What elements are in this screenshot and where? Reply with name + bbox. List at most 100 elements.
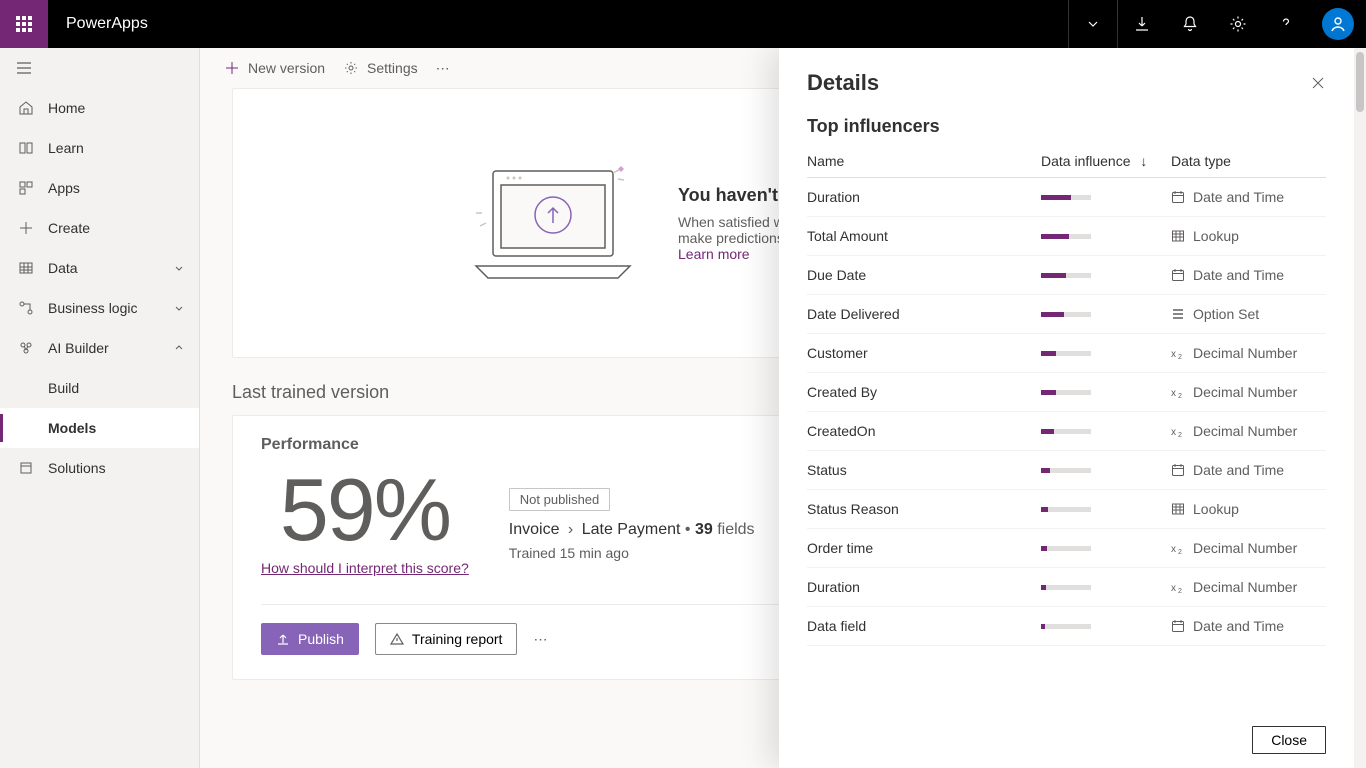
svg-text:2: 2 [1178,393,1182,399]
row-name: Status [807,462,1041,478]
table-row[interactable]: Order time x2Decimal Number [807,529,1326,568]
row-type: Date and Time [1171,189,1326,205]
row-influence [1041,468,1171,473]
more-commands-button[interactable]: ⋯ [436,60,452,77]
flow-icon [16,300,36,316]
nav-learn-label: Learn [48,140,84,156]
row-type: Option Set [1171,306,1326,322]
row-influence [1041,312,1171,317]
nav-create[interactable]: Create [0,208,199,248]
panel-close-button[interactable] [1310,75,1326,91]
row-name: Customer [807,345,1041,361]
nav-ai-builder[interactable]: AI Builder [0,328,199,368]
settings-button[interactable]: Settings [343,60,418,76]
row-influence [1041,507,1171,512]
svg-text:x: x [1171,349,1176,360]
nav-solutions[interactable]: Solutions [0,448,199,488]
row-type: x2Decimal Number [1171,540,1326,556]
row-influence [1041,351,1171,356]
th-influence[interactable]: Data influence ↓ [1041,153,1171,169]
row-type: x2Decimal Number [1171,423,1326,439]
nav-home[interactable]: Home [0,88,199,128]
row-type: x2Decimal Number [1171,345,1326,361]
th-type[interactable]: Data type [1171,153,1326,169]
nav-learn[interactable]: Learn [0,128,199,168]
app-launcher-button[interactable] [0,0,48,48]
row-name: Total Amount [807,228,1041,244]
table-row[interactable]: Created Byx2Decimal Number [807,373,1326,412]
table-row[interactable]: Date Delivered Option Set [807,295,1326,334]
table-row[interactable]: Customer x2Decimal Number [807,334,1326,373]
row-influence [1041,234,1171,239]
svg-text:2: 2 [1178,354,1182,360]
waffle-icon [16,16,32,32]
nav-aibuilder-label: AI Builder [48,340,109,356]
type-icon [1171,190,1185,204]
nav-build[interactable]: Build [0,368,199,408]
person-icon [1329,15,1347,33]
table-row[interactable]: Total AmountLookup [807,217,1326,256]
help-button[interactable] [1262,0,1310,48]
row-name: Order time [807,540,1041,556]
table-row[interactable]: Due DateDate and Time [807,256,1326,295]
plus-icon [224,60,240,76]
nav-models[interactable]: Models [0,408,199,448]
publish-button[interactable]: Publish [261,623,359,655]
row-influence [1041,429,1171,434]
svg-text:2: 2 [1178,432,1182,438]
row-type: Date and Time [1171,618,1326,634]
type-icon: x2 [1171,541,1185,555]
app-title: PowerApps [48,15,166,33]
publish-learn-more-link[interactable]: Learn more [678,246,750,262]
close-icon [1310,75,1326,91]
table-row[interactable]: DurationDate and Time [807,178,1326,217]
more-actions-button[interactable]: ⋯ [533,631,549,648]
chevron-down-icon [173,262,185,274]
table-row[interactable]: StatusDate and Time [807,451,1326,490]
panel-close-footer-button[interactable]: Close [1252,726,1326,754]
table-icon [16,260,36,276]
type-icon [1171,229,1185,243]
solutions-icon [16,460,36,476]
new-version-button[interactable]: New version [224,60,325,76]
model-breadcrumb: Invoice › Late Payment • 39 fields [509,521,755,539]
notifications-button[interactable] [1166,0,1214,48]
type-icon [1171,502,1185,516]
row-name: CreatedOn [807,423,1041,439]
gear-icon [343,60,359,76]
topbar: PowerApps [0,0,1366,48]
row-influence [1041,546,1171,551]
table-row[interactable]: Status ReasonLookup [807,490,1326,529]
svg-text:x: x [1171,388,1176,399]
help-icon [1277,15,1295,33]
row-influence [1041,624,1171,629]
nav-business-logic[interactable]: Business logic [0,288,199,328]
home-icon [16,100,36,116]
table-row[interactable]: Durationx2Decimal Number [807,568,1326,607]
left-nav: Home Learn Apps Create Data Business log… [0,48,200,768]
row-name: Date Delivered [807,306,1041,322]
row-influence [1041,195,1171,200]
training-report-button[interactable]: Training report [375,623,518,655]
nav-apps-label: Apps [48,180,80,196]
th-name[interactable]: Name [807,153,1041,169]
scrollbar-thumb[interactable] [1356,52,1364,112]
type-icon: x2 [1171,424,1185,438]
row-type: x2Decimal Number [1171,579,1326,595]
table-header: Name Data influence ↓ Data type [807,145,1326,178]
table-row[interactable]: CreatedOn x2Decimal Number [807,412,1326,451]
interpret-score-link[interactable]: How should I interpret this score? [261,560,469,576]
trained-time: Trained 15 min ago [509,545,755,561]
settings-button[interactable] [1214,0,1262,48]
table-row[interactable]: Data fieldDate and Time [807,607,1326,646]
bell-icon [1181,15,1199,33]
environment-dropdown[interactable] [1069,0,1117,48]
panel-scrollbar[interactable] [1354,48,1366,768]
download-icon [1133,15,1151,33]
download-button[interactable] [1118,0,1166,48]
account-avatar[interactable] [1322,8,1354,40]
nav-apps[interactable]: Apps [0,168,199,208]
type-icon: x2 [1171,580,1185,594]
nav-data[interactable]: Data [0,248,199,288]
nav-collapse-button[interactable] [0,48,199,88]
